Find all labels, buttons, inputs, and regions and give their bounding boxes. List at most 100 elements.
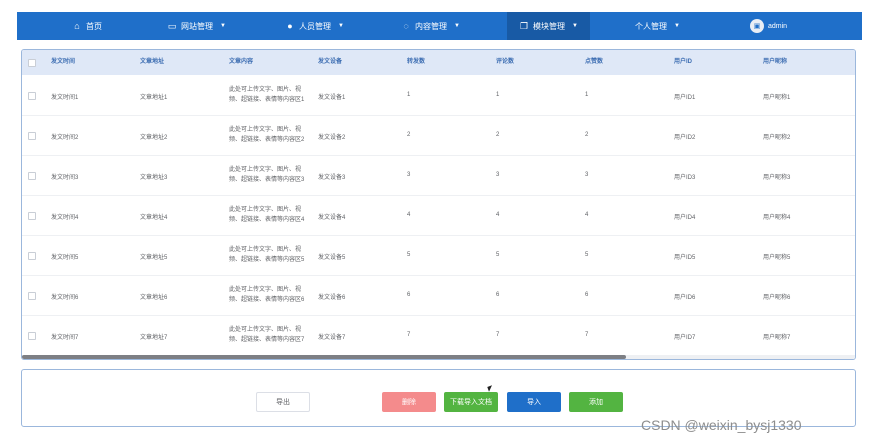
table-row[interactable]: 发文时间1 文章地址1 此处可上传文字、图片、视频、超链接、表情等内容区1 发文设备1…	[22, 75, 855, 116]
nav-item-label: 人员管理	[299, 21, 331, 31]
nav-item-module[interactable]: ❐ 模块管理 ▼	[507, 12, 590, 40]
add-button[interactable]: 添加	[569, 392, 623, 412]
table-cell: 6	[407, 292, 411, 298]
table-cell: 7	[585, 332, 589, 338]
table-row[interactable]: 发文时间4 文章地址4 此处可上传文字、图片、视频、超链接、表情等内容区4 发文设备4…	[22, 195, 855, 236]
delete-button[interactable]: 删除	[382, 392, 436, 412]
table-cell: 用户ID6	[674, 295, 696, 301]
column-header[interactable]: 用户昵称	[763, 50, 787, 75]
chevron-down-icon: ▼	[220, 23, 226, 29]
table-cell: 文章地址2	[140, 135, 168, 141]
table-cell: 3	[496, 172, 500, 178]
table-row[interactable]: 发文时间2 文章地址2 此处可上传文字、图片、视频、超链接、表情等内容区2 发文设备2…	[22, 115, 855, 156]
table-cell: 7	[407, 332, 411, 338]
table-cell: 5	[585, 252, 589, 258]
table-cell: 此处可上传文字、图片、视频、超链接、表情等内容区3	[229, 167, 305, 183]
table-cell: 发文设备1	[318, 95, 346, 101]
table-cell: 用户昵称7	[763, 335, 791, 341]
copy-icon: ❐	[519, 20, 529, 31]
chevron-down-icon: ▼	[454, 23, 460, 29]
table-cell: 用户昵称3	[763, 175, 791, 181]
table-cell: 3	[585, 172, 589, 178]
nav-item-site[interactable]: ▭ 网站管理 ▼	[167, 12, 226, 40]
nav-item-label: 网站管理	[181, 21, 213, 31]
table-cell: 此处可上传文字、图片、视频、超链接、表情等内容区1	[229, 87, 305, 103]
user-menu[interactable]: ▣ admin	[750, 12, 787, 40]
column-header[interactable]: 评论数	[496, 50, 514, 75]
table-cell: 文章地址3	[140, 175, 168, 181]
table-cell: 用户昵称2	[763, 135, 791, 141]
nav-item-people[interactable]: ● 人员管理 ▼	[285, 12, 344, 40]
table-cell: 发文时间4	[51, 215, 79, 221]
chevron-down-icon: ▼	[674, 23, 680, 29]
table-cell: 1	[585, 92, 589, 98]
scrollbar-thumb[interactable]	[22, 355, 626, 359]
table-cell: 用户ID1	[674, 95, 696, 101]
row-checkbox[interactable]	[28, 132, 36, 140]
horizontal-scrollbar[interactable]	[22, 355, 855, 359]
table-cell: 用户ID4	[674, 215, 696, 221]
table-cell: 发文设备6	[318, 295, 346, 301]
export-button[interactable]: 导出	[256, 392, 310, 412]
table-cell: 发文时间7	[51, 335, 79, 341]
user-name: admin	[768, 22, 788, 30]
table-cell: 用户昵称5	[763, 255, 791, 261]
column-header[interactable]: 文章内容	[229, 50, 253, 75]
nav-item-content[interactable]: ◌ 内容管理 ▼	[401, 12, 460, 40]
row-checkbox[interactable]	[28, 92, 36, 100]
chat-icon: ◌	[403, 21, 409, 31]
table-row[interactable]: 发文时间3 文章地址3 此处可上传文字、图片、视频、超链接、表情等内容区3 发文设备3…	[22, 155, 855, 196]
data-table: 发文时间 文章地址 文章内容 发文设备 转发数 评论数 点赞数 用户ID 用户昵…	[21, 49, 856, 360]
table-cell: 发文时间5	[51, 255, 79, 261]
table-row[interactable]: 发文时间7 文章地址7 此处可上传文字、图片、视频、超链接、表情等内容区7 发文设备7…	[22, 315, 855, 356]
avatar: ▣	[750, 19, 764, 33]
user-icon: ●	[287, 21, 293, 31]
row-checkbox[interactable]	[28, 292, 36, 300]
nav-item-label: 模块管理	[533, 21, 565, 31]
select-all-checkbox[interactable]	[28, 59, 36, 67]
table-cell: 用户昵称4	[763, 215, 791, 221]
chevron-down-icon: ▼	[338, 23, 344, 29]
table-row[interactable]: 发文时间6 文章地址6 此处可上传文字、图片、视频、超链接、表情等内容区6 发文设备6…	[22, 275, 855, 316]
table-cell: 文章地址4	[140, 215, 168, 221]
column-header[interactable]: 转发数	[407, 50, 425, 75]
table-cell: 发文时间3	[51, 175, 79, 181]
column-header[interactable]: 用户ID	[674, 50, 692, 75]
column-header[interactable]: 发文设备	[318, 50, 342, 75]
table-cell: 此处可上传文字、图片、视频、超链接、表情等内容区5	[229, 247, 305, 263]
row-checkbox[interactable]	[28, 252, 36, 260]
table-cell: 发文设备5	[318, 255, 346, 261]
table-cell: 发文设备2	[318, 135, 346, 141]
table-cell: 1	[407, 92, 411, 98]
table-header: 发文时间 文章地址 文章内容 发文设备 转发数 评论数 点赞数 用户ID 用户昵…	[22, 50, 855, 75]
table-cell: 4	[496, 212, 500, 218]
column-header[interactable]: 文章地址	[140, 50, 164, 75]
table-cell: 发文时间6	[51, 295, 79, 301]
column-header[interactable]: 点赞数	[585, 50, 603, 75]
table-cell: 用户ID7	[674, 335, 696, 341]
table-cell: 此处可上传文字、图片、视频、超链接、表情等内容区4	[229, 207, 305, 223]
table-cell: 6	[585, 292, 589, 298]
download-template-button[interactable]: 下载导入文档	[444, 392, 498, 412]
import-button[interactable]: 导入	[507, 392, 561, 412]
row-checkbox[interactable]	[28, 172, 36, 180]
home-icon: ⌂	[74, 21, 80, 31]
table-cell: 用户昵称6	[763, 295, 791, 301]
table-cell: 2	[407, 132, 411, 138]
table-cell: 发文时间1	[51, 95, 79, 101]
table-row[interactable]: 发文时间5 文章地址5 此处可上传文字、图片、视频、超链接、表情等内容区5 发文设备5…	[22, 235, 855, 276]
chevron-down-icon: ▼	[572, 23, 578, 29]
table-cell: 7	[496, 332, 500, 338]
table-cell: 5	[496, 252, 500, 258]
nav-item-home[interactable]: ⌂ 首页	[72, 12, 102, 40]
column-header[interactable]: 发文时间	[51, 50, 75, 75]
table-cell: 此处可上传文字、图片、视频、超链接、表情等内容区6	[229, 287, 305, 303]
row-checkbox[interactable]	[28, 332, 36, 340]
nav-item-personal[interactable]: 个人管理 ▼	[635, 12, 680, 40]
table-cell: 1	[496, 92, 500, 98]
table-cell: 2	[585, 132, 589, 138]
table-cell: 文章地址5	[140, 255, 168, 261]
nav-item-label: 内容管理	[415, 21, 447, 31]
row-checkbox[interactable]	[28, 212, 36, 220]
table-cell: 用户ID2	[674, 135, 696, 141]
